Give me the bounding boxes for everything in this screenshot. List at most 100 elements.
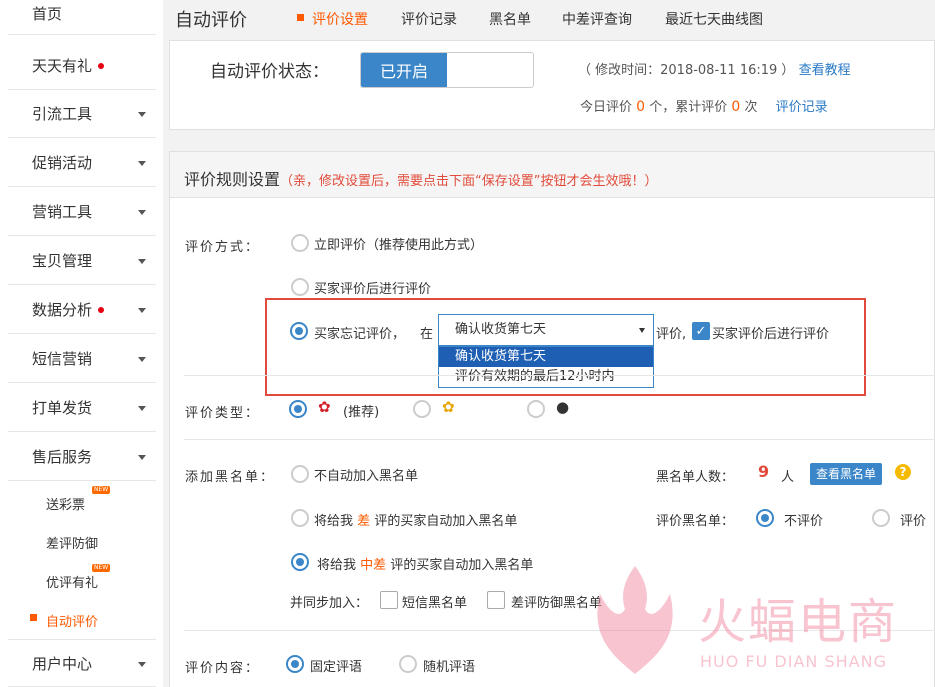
bl-eval-label: 评价黑名单： [656,514,735,529]
sidebar-item-label: 打单发货 [32,399,93,417]
bomb-icon: ● [556,398,570,416]
method-opt-buyer-forgot: 买家忘记评价， [314,327,406,342]
bl-eval-opt-no: 不评价 [784,514,824,529]
type-radio-good[interactable] [289,400,307,418]
active-marker [30,614,37,621]
sync-defense-checkbox[interactable] [487,591,505,609]
watermark-subtext: HUO FU DIAN SHANG [700,652,887,671]
sidebar-item-daily-gift[interactable]: 天天有礼 [8,42,156,90]
method-label: 评价方式： [185,240,261,255]
after-buyer-checkbox[interactable]: ✓ [692,322,710,340]
sidebar-item-promotions[interactable]: 促销活动 [8,139,156,187]
sidebar-item-home[interactable]: 首页 [8,0,156,35]
divider [184,375,935,376]
new-badge: NEW [92,486,111,494]
tab-review-settings[interactable]: 评价设置 [312,9,368,29]
bl-eval-radio-no[interactable] [756,509,774,527]
chevron-down-icon [138,406,146,411]
tab-bad-review-query[interactable]: 中差评查询 [562,9,632,29]
red-flower-icon: ✿ [318,398,331,416]
records-link[interactable]: 评价记录 [776,100,828,115]
status-toggle[interactable]: 已开启 [360,52,534,88]
content-opt-fixed: 固定评语 [310,660,363,675]
review-timing-select[interactable]: 确认收货第七天 [438,314,654,346]
today-stats: 今日评价 0 个，累计评价 0 次 评价记录 [580,99,828,115]
sidebar-item-user-center[interactable]: 用户中心 [8,639,156,687]
toggle-on-label: 已开启 [361,53,447,87]
watermark-text: 火蝠电商 [698,594,899,650]
sidebar-item-traffic-tools[interactable]: 引流工具 [8,90,156,138]
content-radio-fixed[interactable] [286,655,304,673]
bl-radio-mid-bad[interactable] [291,553,309,571]
sidebar-item-product-mgmt[interactable]: 宝贝管理 [8,237,156,285]
sidebar-item-label: 宝贝管理 [32,252,93,270]
review-timing-dropdown: 确认收货第七天 评价有效期的最后12小时内 [438,346,654,388]
total-count: 0 [731,99,741,115]
type-radio-bad[interactable] [527,400,545,418]
method-at-label: 在 [420,327,434,342]
chevron-down-icon [138,210,146,215]
sidebar-item-after-sales[interactable]: 售后服务 [8,433,156,481]
method-opt-after-buyer: 买家评价后进行评价 [314,282,432,297]
sync-sms-checkbox[interactable] [380,591,398,609]
after-buyer-checkbox-label: 买家评价后进行评价 [712,327,830,342]
notification-dot [98,306,105,313]
top-tabs-bar: 自动评价 评价设置 评价记录 黑名单 中差评查询 最近七天曲线图 [163,0,935,38]
content-radio-random[interactable] [399,655,417,673]
tab-seven-day-chart[interactable]: 最近七天曲线图 [665,9,763,29]
blacklist-label: 添加黑名单： [185,470,276,485]
bat-logo-icon [597,566,673,674]
content-label: 评价内容： [185,661,261,676]
tab-review-records[interactable]: 评价记录 [401,9,457,29]
status-panel: 自动评价状态： 已开启 （ 修改时间：2018-08-11 16:19 ） 查看… [169,40,935,130]
method-radio-immediate[interactable] [291,234,309,252]
bl-eval-radio-yes[interactable] [872,509,890,527]
today-count: 0 [636,99,646,115]
method-opt-immediate: 立即评价（推荐使用此方式） [314,238,484,253]
sidebar-item-label: 营销工具 [32,203,93,221]
bl-radio-bad[interactable] [291,509,309,527]
dropdown-option-last-12h[interactable]: 评价有效期的最后12小时内 [439,367,653,387]
sidebar-subitem-lottery[interactable]: 送彩票 NEW [46,486,111,513]
divider [184,439,935,440]
sidebar-subitem-good-review-gift[interactable]: 优评有礼 NEW [46,564,111,591]
sidebar-subitem-bad-review-defense[interactable]: 差评防御 [46,533,98,552]
chevron-down-icon [138,259,146,264]
method-radio-after-buyer[interactable] [291,278,309,296]
chevron-down-icon [138,455,146,460]
sidebar-item-sms-marketing[interactable]: 短信营销 [8,335,156,383]
sidebar-item-order-shipping[interactable]: 打单发货 [8,384,156,432]
yellow-flower-icon: ✿ [442,398,455,416]
new-badge: NEW [92,564,111,572]
type-label: 评价类型： [185,406,261,421]
type-recommend: (推荐) [343,405,380,420]
method-suffix: 评价, [656,327,687,342]
watermark: 火蝠电商 HUO FU DIAN SHANG [560,560,935,687]
chevron-down-icon [138,112,146,117]
tutorial-link[interactable]: 查看教程 [799,63,851,78]
sidebar-item-marketing-tools[interactable]: 营销工具 [8,188,156,236]
sidebar-item-data-analysis[interactable]: 数据分析 [8,286,156,334]
rules-title: 评价规则设置（亲，修改设置后，需要点击下面“保存设置”按钮才会生效哦！） [184,170,658,189]
sidebar-subitem-auto-review[interactable]: 自动评价 [46,611,98,630]
view-blacklist-button[interactable]: 查看黑名单 [810,463,882,485]
type-radio-neutral[interactable] [413,400,431,418]
chevron-down-icon [138,357,146,362]
bl-radio-none[interactable] [291,465,309,483]
rules-note: （亲，修改设置后，需要点击下面“保存设置”按钮才会生效哦！） [280,174,658,189]
sidebar-item-label: 引流工具 [32,105,93,123]
dropdown-option-7th-day[interactable]: 确认收货第七天 [439,347,653,367]
chevron-down-icon [138,161,146,166]
sidebar-item-label: 促销活动 [32,154,93,172]
sidebar-item-label: 天天有礼 [32,57,93,75]
method-radio-buyer-forgot[interactable] [290,322,308,340]
sidebar-item-label: 短信营销 [32,350,93,368]
sidebar: 首页天天有礼引流工具促销活动营销工具宝贝管理数据分析短信营销打单发货售后服务 送… [0,0,163,687]
active-tab-marker [297,14,304,21]
help-icon[interactable]: ? [895,464,911,480]
bl-opt-mid-bad: 将给我 中差 评的买家自动加入黑名单 [317,558,534,573]
bl-eval-opt-yes: 评价 [900,514,927,529]
tab-blacklist[interactable]: 黑名单 [489,9,531,29]
sidebar-item-label: 首页 [32,5,63,23]
chevron-down-icon [138,662,146,667]
